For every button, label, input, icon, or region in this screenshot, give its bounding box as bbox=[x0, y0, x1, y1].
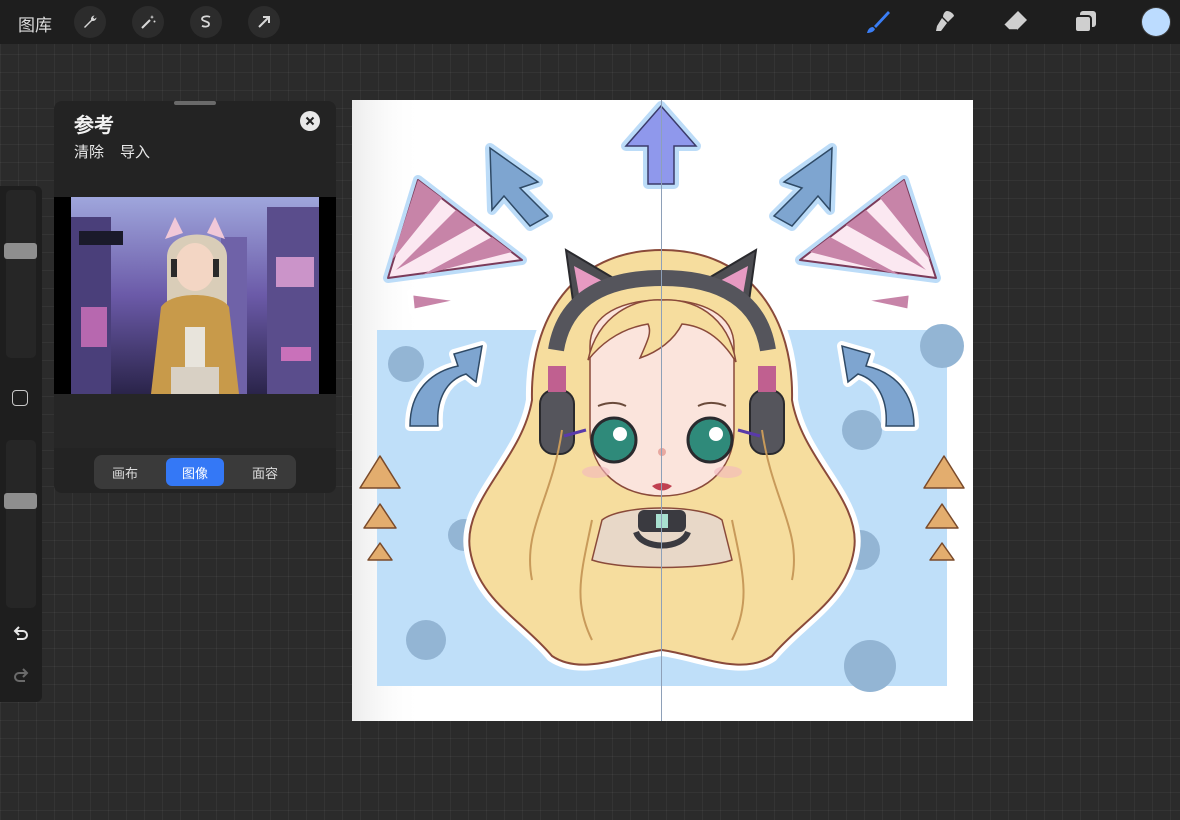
clear-button[interactable]: 清除 bbox=[74, 141, 104, 162]
tab-image[interactable]: 图像 bbox=[166, 458, 224, 486]
tab-face[interactable]: 面容 bbox=[236, 458, 294, 486]
reference-photo bbox=[71, 197, 319, 394]
magic-wand-icon bbox=[141, 15, 156, 29]
drawing-canvas[interactable] bbox=[352, 100, 973, 721]
opacity-slider[interactable] bbox=[4, 440, 37, 608]
selection-icon bbox=[201, 15, 211, 28]
transform-button[interactable] bbox=[248, 6, 280, 38]
reference-empty-area bbox=[54, 394, 336, 448]
redo-button[interactable] bbox=[10, 665, 32, 687]
selection-button[interactable] bbox=[190, 6, 222, 38]
top-toolbar: 图库 bbox=[0, 0, 1180, 44]
opacity-thumb[interactable] bbox=[4, 493, 37, 509]
eraser-icon bbox=[1003, 11, 1027, 31]
gallery-button[interactable]: 图库 bbox=[18, 11, 52, 36]
layers-button[interactable] bbox=[1068, 6, 1102, 38]
reference-image-area bbox=[54, 197, 336, 394]
brush-tool[interactable] bbox=[860, 6, 894, 38]
artwork bbox=[352, 100, 973, 721]
brush-icon bbox=[867, 11, 890, 33]
reference-title: 参考 bbox=[74, 113, 114, 137]
sidebar bbox=[0, 186, 42, 702]
smudge-tool[interactable] bbox=[928, 6, 962, 38]
undo-icon bbox=[13, 626, 28, 640]
color-picker-button[interactable] bbox=[1142, 8, 1170, 36]
panel-grabber[interactable] bbox=[174, 101, 216, 105]
smudge-icon bbox=[936, 11, 954, 31]
layers-icon bbox=[1074, 11, 1096, 33]
undo-button[interactable] bbox=[10, 623, 32, 645]
redo-icon bbox=[14, 668, 29, 682]
close-button[interactable] bbox=[300, 111, 320, 131]
brush-size-thumb[interactable] bbox=[4, 243, 37, 259]
brush-size-slider[interactable] bbox=[4, 190, 37, 358]
close-icon bbox=[305, 116, 315, 126]
tab-canvas[interactable]: 画布 bbox=[96, 458, 154, 486]
transform-arrow-icon bbox=[258, 16, 270, 28]
wrench-icon bbox=[84, 15, 97, 28]
import-button[interactable]: 导入 bbox=[120, 141, 150, 162]
actions-button[interactable] bbox=[74, 6, 106, 38]
reference-panel: 参考 清除 导入 画布 图像 面容 bbox=[54, 101, 336, 493]
eraser-tool[interactable] bbox=[998, 6, 1032, 38]
reference-mode-segmented: 画布 图像 面容 bbox=[94, 455, 296, 489]
modifier-button[interactable] bbox=[12, 390, 28, 406]
reference-actions: 清除 导入 bbox=[74, 141, 150, 162]
adjustments-button[interactable] bbox=[132, 6, 164, 38]
